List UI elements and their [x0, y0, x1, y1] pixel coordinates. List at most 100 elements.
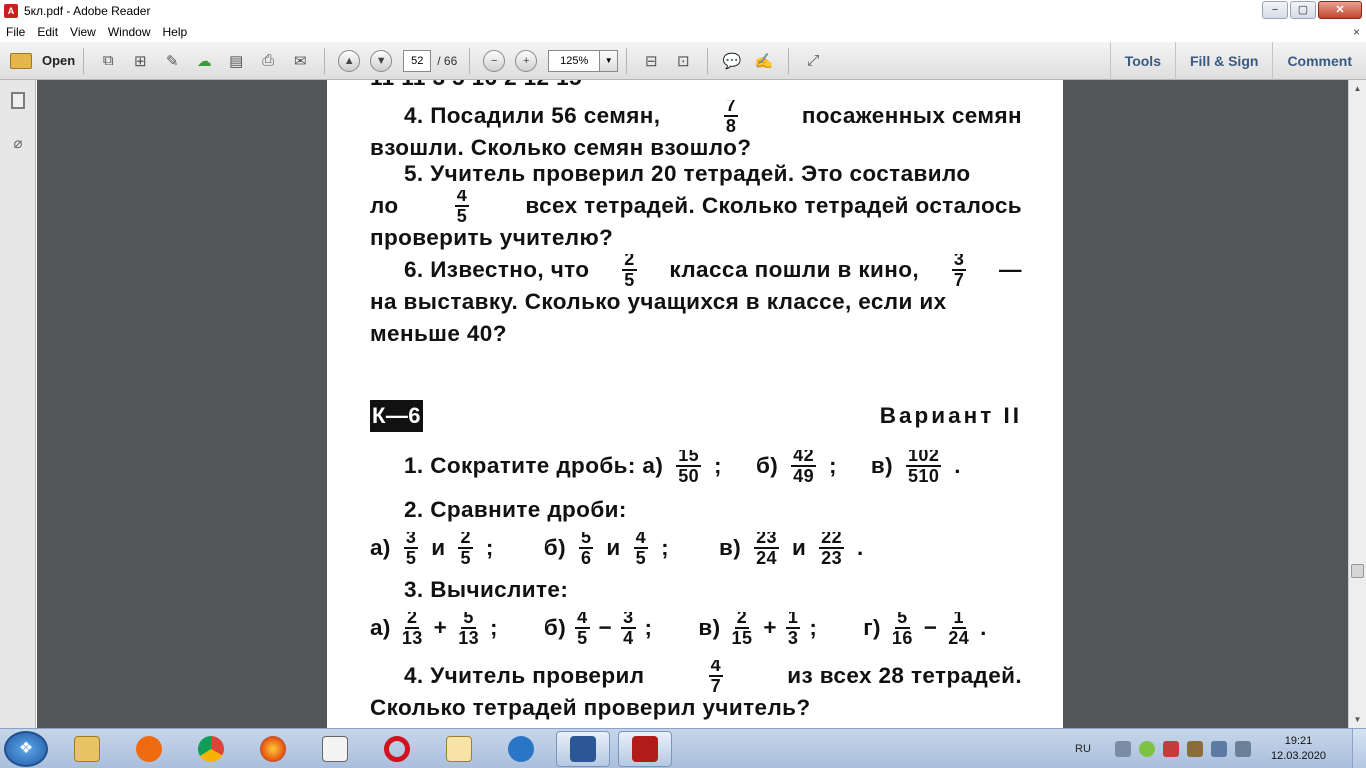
next-page-button[interactable]: ▼ — [370, 49, 393, 72]
conjunction: и — [431, 535, 446, 560]
zoom-in-button[interactable]: + — [515, 49, 538, 72]
open-button[interactable]: Open — [10, 52, 76, 69]
math-editor-icon[interactable] — [432, 731, 486, 767]
opera-icon[interactable] — [370, 731, 424, 767]
tray-app-icon[interactable] — [1186, 741, 1203, 757]
task-6-variant-1: 6. Известно, что 25 класса пошли в кино,… — [370, 254, 1022, 350]
chrome-icon[interactable] — [184, 731, 238, 767]
open-label: Open — [42, 53, 76, 68]
scroll-thumb[interactable] — [1351, 564, 1364, 578]
task-text: — — [999, 257, 1022, 282]
save-icon[interactable]: ▤ — [225, 50, 247, 72]
task-3-variant-2: 3. Вычислите: а) 2 13 + 5 13; б) 45 − 3 4; … — [370, 574, 1022, 644]
toolbar-divider — [469, 47, 471, 74]
print-icon[interactable]: ⎙ — [257, 50, 279, 72]
fraction: 23 24 — [754, 532, 779, 564]
fraction: 2 13 — [400, 612, 425, 644]
operator: + — [433, 615, 448, 640]
volume-icon[interactable] — [1234, 741, 1251, 757]
combine-files-icon[interactable]: ⊞ — [129, 50, 151, 72]
tools-pane-button[interactable]: Tools — [1109, 42, 1175, 80]
page-number-input[interactable]: 52 — [403, 49, 432, 72]
adobe-reader-icon[interactable] — [618, 731, 672, 767]
option-label: а) — [370, 535, 391, 560]
network-icon[interactable] — [494, 731, 548, 767]
task-4-variant-1: 4. Посадили 56 семян, 78 посаженных семя… — [370, 100, 1022, 164]
explorer-icon[interactable] — [60, 731, 114, 767]
task-text: на выставку. Сколько учащихся в классе, … — [370, 289, 947, 314]
section-badge: К—6 — [370, 400, 423, 432]
comment-icon[interactable]: 💬 — [721, 50, 743, 72]
start-button[interactable]: ❖ — [4, 731, 48, 767]
task-text: Сколько тетрадей проверил учитель? — [370, 695, 811, 720]
fullscreen-icon[interactable]: ⤢ — [802, 50, 824, 72]
option-label: б) — [543, 615, 567, 640]
chevron-down-icon[interactable]: ▼ — [600, 49, 619, 72]
zoom-select[interactable]: 125% ▼ — [548, 49, 619, 72]
task-text: 6. Известно, что — [404, 257, 590, 282]
avast-icon[interactable] — [122, 731, 176, 767]
option-label: в) — [718, 535, 742, 560]
fraction: 35 — [403, 532, 419, 564]
previous-page-button[interactable]: ▲ — [338, 49, 361, 72]
title-bar: A 5кл.pdf - Adobe Reader − ▢ ✕ — [0, 0, 1366, 22]
create-pdf-icon[interactable]: ⧉ — [97, 50, 119, 72]
word-icon[interactable] — [556, 731, 610, 767]
page-thumbnails-icon[interactable] — [9, 92, 27, 112]
menu-window[interactable]: Window — [102, 25, 157, 39]
vertical-scrollbar[interactable]: ▲ ▼ — [1348, 80, 1366, 728]
fit-page-icon[interactable]: ⊟ — [640, 50, 662, 72]
notes-icon[interactable] — [308, 731, 362, 767]
fraction: 45 — [454, 190, 470, 222]
fraction: 78 — [723, 100, 739, 132]
fraction: 22 23 — [819, 532, 844, 564]
navigation-panel: ⌀ — [0, 80, 36, 728]
attachments-icon[interactable]: ⌀ — [9, 134, 27, 154]
windows-logo-icon: ❖ — [18, 740, 34, 757]
option-label: б) — [755, 453, 779, 478]
comment-pane-button[interactable]: Comment — [1272, 42, 1366, 80]
task-4-variant-2: 4. Учитель проверил 47 из всех 28 тетрад… — [370, 660, 1022, 724]
fill-sign-pane-button[interactable]: Fill & Sign — [1174, 42, 1272, 80]
menu-bar: File Edit View Window Help × — [0, 22, 1366, 42]
menu-view[interactable]: View — [64, 25, 102, 39]
fraction: 25 — [458, 532, 473, 564]
fraction: 37 — [951, 254, 967, 286]
firefox-icon[interactable] — [246, 731, 300, 767]
close-button[interactable]: ✕ — [1318, 1, 1362, 19]
option-label: б) — [543, 535, 566, 560]
signal-icon[interactable] — [1210, 741, 1227, 757]
upload-cloud-icon[interactable]: ☁ — [193, 50, 215, 72]
clock[interactable]: 19:21 12.03.2020 — [1271, 734, 1326, 764]
fraction: 45 — [575, 612, 590, 644]
task-text: 5. Учитель проверил 20 тетрадей. Это сос… — [404, 161, 971, 186]
tray-plus-icon[interactable] — [1138, 741, 1155, 757]
edit-pdf-icon[interactable]: ✎ — [161, 50, 183, 72]
scroll-up-icon[interactable]: ▲ — [1349, 80, 1366, 97]
clipped-line: 11 11 3 5 16 2 12 15 — [370, 80, 1022, 94]
menu-file[interactable]: File — [0, 25, 31, 39]
email-icon[interactable]: ✉ — [289, 50, 311, 72]
menu-edit[interactable]: Edit — [31, 25, 64, 39]
show-desktop-button[interactable] — [1352, 729, 1366, 768]
tray-network-icon[interactable] — [1114, 741, 1131, 757]
task-text: посаженных семян — [801, 103, 1022, 128]
zoom-out-button[interactable]: − — [483, 49, 506, 72]
task-text: 1. Сократите дробь: а) — [404, 453, 664, 478]
scroll-down-icon[interactable]: ▼ — [1349, 711, 1366, 728]
fraction: 13 — [785, 612, 801, 644]
fit-width-icon[interactable]: ⊡ — [672, 50, 694, 72]
zoom-value[interactable]: 125% — [548, 49, 601, 72]
clock-time: 19:21 — [1284, 735, 1313, 747]
pdf-page: 11 11 3 5 16 2 12 15 4. Посадили 56 семя… — [327, 80, 1063, 728]
maximize-button[interactable]: ▢ — [1290, 1, 1316, 19]
close-document-icon[interactable]: × — [1353, 25, 1360, 39]
toolbar-divider — [83, 47, 85, 74]
highlight-icon[interactable]: ✍ — [753, 50, 775, 72]
menu-help[interactable]: Help — [157, 25, 194, 39]
system-tray: RU 19:21 12.03.2020 — [1075, 729, 1366, 768]
document-viewport: 11 11 3 5 16 2 12 15 4. Посадили 56 семя… — [37, 80, 1348, 728]
minimize-button[interactable]: − — [1262, 1, 1288, 19]
tray-flag-icon[interactable] — [1162, 741, 1179, 757]
language-indicator[interactable]: RU — [1075, 743, 1091, 755]
